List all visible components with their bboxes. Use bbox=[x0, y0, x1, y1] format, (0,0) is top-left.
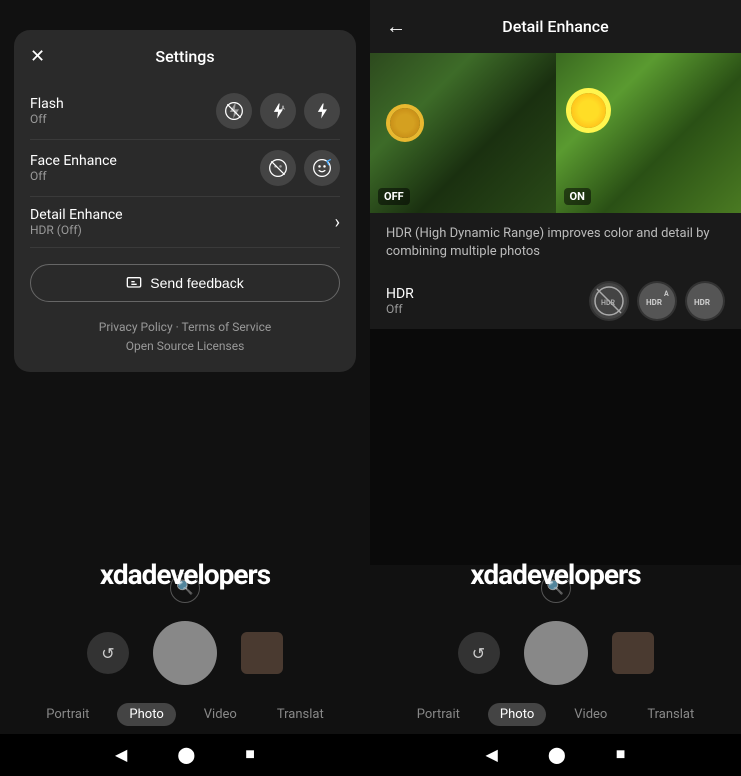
flash-row: Flash Off A bbox=[30, 83, 340, 140]
mode-photo-right[interactable]: Photo bbox=[488, 703, 546, 726]
face-enhance-row: Face Enhance Off bbox=[30, 140, 340, 197]
svg-text:HDR: HDR bbox=[694, 298, 710, 307]
nav-bar-left: ◀ ⬤ ■ bbox=[0, 734, 370, 776]
shutter-button-right[interactable] bbox=[524, 621, 588, 685]
hdr-auto-icon[interactable]: HDR A bbox=[637, 281, 677, 321]
flash-value: Off bbox=[30, 112, 64, 126]
thumbnail-right[interactable] bbox=[612, 632, 654, 674]
left-phone-screen: ✕ Settings Flash Off bbox=[0, 0, 370, 776]
detail-enhance-label: Detail Enhance HDR (Off) bbox=[30, 207, 123, 237]
flash-on-icon[interactable] bbox=[304, 93, 340, 129]
hdr-icons: HDR HDR A HDR bbox=[589, 281, 725, 321]
nav-home-right[interactable]: ⬤ bbox=[548, 745, 566, 764]
hdr-value: Off bbox=[386, 302, 414, 316]
face-enhance-icons bbox=[260, 150, 340, 186]
thumbnail-left[interactable] bbox=[241, 632, 283, 674]
image-on: ON bbox=[556, 53, 741, 213]
mode-portrait-right[interactable]: Portrait bbox=[405, 703, 472, 726]
zoom-icon-left[interactable]: 🔍 bbox=[170, 573, 200, 603]
feedback-button[interactable]: Send feedback bbox=[30, 264, 340, 302]
mode-video-right[interactable]: Video bbox=[562, 703, 619, 726]
settings-links: Privacy Policy · Terms of Service Open S… bbox=[30, 318, 340, 356]
mode-translate-left[interactable]: Translat bbox=[265, 703, 336, 726]
hdr-section: HDR Off HDR HDR bbox=[370, 273, 741, 329]
face-on-icon[interactable] bbox=[304, 150, 340, 186]
svg-text:A: A bbox=[664, 290, 669, 298]
feedback-label: Send feedback bbox=[150, 275, 243, 291]
zoom-icon-right[interactable]: 🔍 bbox=[541, 573, 571, 603]
rotate-button-left[interactable]: ↺ bbox=[87, 632, 129, 674]
comparison-image: OFF ON bbox=[370, 53, 741, 213]
detail-description: HDR (High Dynamic Range) improves color … bbox=[370, 213, 741, 273]
chevron-right-icon: › bbox=[335, 212, 340, 233]
rotate-button-right[interactable]: ↺ bbox=[458, 632, 500, 674]
face-enhance-label: Face Enhance Off bbox=[30, 153, 117, 183]
hdr-label-group: HDR Off bbox=[386, 286, 414, 316]
nav-bar-right: ◀ ⬤ ■ bbox=[370, 734, 741, 776]
nav-recents-right[interactable]: ■ bbox=[616, 744, 626, 764]
back-button[interactable]: ← bbox=[386, 14, 406, 39]
settings-panel: ✕ Settings Flash Off bbox=[14, 30, 356, 372]
image-off: OFF bbox=[370, 53, 556, 213]
nav-back-left[interactable]: ◀ bbox=[115, 745, 127, 764]
mode-photo-left[interactable]: Photo bbox=[117, 703, 175, 726]
shutter-button-left[interactable] bbox=[153, 621, 217, 685]
face-enhance-name: Face Enhance bbox=[30, 153, 117, 169]
camera-bottom-left: 🔍 ↺ Portrait Photo Video Translat ◀ ⬤ ■ bbox=[0, 565, 370, 776]
right-phone-screen: ← Detail Enhance OFF ON HDR (High Dynami… bbox=[370, 0, 741, 776]
privacy-link[interactable]: Privacy Policy bbox=[99, 320, 173, 334]
nav-recents-left[interactable]: ■ bbox=[245, 744, 255, 764]
mode-video-left[interactable]: Video bbox=[192, 703, 249, 726]
svg-text:A: A bbox=[281, 105, 285, 111]
mode-portrait-left[interactable]: Portrait bbox=[34, 703, 101, 726]
nav-home-left[interactable]: ⬤ bbox=[177, 745, 195, 764]
nav-back-right[interactable]: ◀ bbox=[486, 745, 498, 764]
face-enhance-value: Off bbox=[30, 169, 117, 183]
flash-auto-icon[interactable]: A bbox=[260, 93, 296, 129]
detail-enhance-value: HDR (Off) bbox=[30, 223, 123, 237]
detail-title: Detail Enhance bbox=[502, 17, 608, 36]
mode-translate-right[interactable]: Translat bbox=[635, 703, 706, 726]
settings-title: Settings bbox=[155, 47, 214, 66]
detail-enhance-row[interactable]: Detail Enhance HDR (Off) › bbox=[30, 197, 340, 248]
camera-controls-left: ↺ bbox=[0, 611, 370, 695]
zoom-area-right: 🔍 bbox=[370, 565, 741, 611]
terms-link[interactable]: Terms of Service bbox=[182, 320, 272, 334]
label-on: ON bbox=[564, 188, 591, 205]
close-button[interactable]: ✕ bbox=[30, 46, 45, 67]
settings-header: ✕ Settings bbox=[30, 46, 340, 67]
hdr-label: HDR bbox=[386, 286, 414, 302]
mode-bar-left: Portrait Photo Video Translat bbox=[0, 695, 370, 734]
camera-controls-right: ↺ bbox=[370, 611, 741, 695]
hdr-on-icon[interactable]: HDR bbox=[685, 281, 725, 321]
mode-bar-right: Portrait Photo Video Translat bbox=[370, 695, 741, 734]
detail-header: ← Detail Enhance bbox=[370, 0, 741, 53]
flash-off-icon[interactable] bbox=[216, 93, 252, 129]
hdr-off-icon[interactable]: HDR bbox=[589, 281, 629, 321]
flash-label: Flash Off bbox=[30, 96, 64, 126]
zoom-area-left: 🔍 bbox=[0, 565, 370, 611]
face-off-icon[interactable] bbox=[260, 150, 296, 186]
camera-bottom-right: 🔍 ↺ Portrait Photo Video Translat ◀ ⬤ ■ bbox=[370, 565, 741, 776]
flash-name: Flash bbox=[30, 96, 64, 112]
detail-enhance-panel: ← Detail Enhance OFF ON HDR (High Dynami… bbox=[370, 0, 741, 329]
label-off: OFF bbox=[378, 188, 410, 205]
open-source-link[interactable]: Open Source Licenses bbox=[126, 339, 245, 353]
detail-enhance-name: Detail Enhance bbox=[30, 207, 123, 223]
flash-icons: A bbox=[216, 93, 340, 129]
svg-text:HDR: HDR bbox=[601, 299, 615, 307]
svg-text:HDR: HDR bbox=[646, 298, 662, 307]
